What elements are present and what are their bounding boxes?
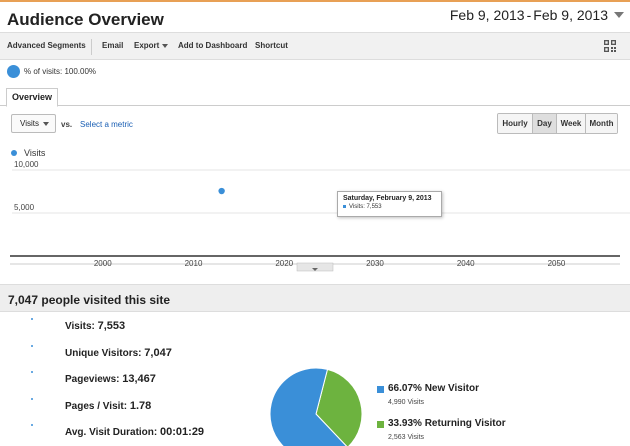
y-tick-label: 5,000 <box>14 203 35 212</box>
visits-chart[interactable]: 10,000 5,000 2000 2010 2020 2030 2040 2050 <box>0 160 630 275</box>
date-separator: - <box>526 7 532 23</box>
x-tick-label: 2010 <box>185 259 203 268</box>
date-end: Feb 9, 2013 <box>533 7 608 23</box>
stat-value: 7,047 <box>144 347 172 359</box>
granularity-toggle: Hourly Day Week Month <box>497 113 618 134</box>
stat-row-pageviews[interactable]: Pageviews: 13,467 <box>0 369 260 389</box>
select-metric-link[interactable]: Select a metric <box>80 120 133 129</box>
stat-row-visits[interactable]: Visits: 7,553 <box>0 316 260 336</box>
tooltip-date: Saturday, February 9, 2013 <box>343 195 432 202</box>
date-range-picker[interactable]: Feb 9, 2013 - Feb 9, 2013 <box>450 7 624 23</box>
shortcut-button[interactable]: Shortcut <box>255 41 288 50</box>
visitor-type-pie[interactable] <box>268 366 364 446</box>
segment-indicator[interactable]: % of visits: 100.00% <box>7 65 96 78</box>
stat-label: Unique Visitors: <box>65 348 142 359</box>
advanced-segments-button[interactable]: Advanced Segments <box>7 41 86 50</box>
tooltip-swatch <box>343 204 346 208</box>
stat-label: Visits: <box>65 321 95 332</box>
granularity-hourly-button[interactable]: Hourly <box>498 114 533 133</box>
stat-label: Avg. Visit Duration: <box>65 427 158 438</box>
legend-dot <box>11 150 17 156</box>
granularity-week-button[interactable]: Week <box>557 114 586 133</box>
metric-select[interactable]: Visits <box>11 114 56 133</box>
stat-bullet <box>31 398 33 400</box>
chevron-down-icon <box>162 43 169 48</box>
toolbar-divider <box>91 39 92 55</box>
stat-row-pages-per-visit[interactable]: Pages / Visit: 1.78 <box>0 396 260 416</box>
stat-value: 00:01:29 <box>160 426 205 438</box>
segment-pie-icon <box>7 65 20 78</box>
stat-bullet <box>31 345 33 347</box>
new-visitor-percent: 66.07% <box>388 383 422 394</box>
y-tick-label: 10,000 <box>14 160 39 169</box>
summary-header: 7,047 people visited this site <box>0 284 630 312</box>
email-button[interactable]: Email <box>102 41 123 50</box>
chart-tooltip: Saturday, February 9, 2013 Visits: 7,553 <box>337 191 442 217</box>
vs-label: vs. <box>61 120 73 129</box>
tooltip-value-text: Visits: 7,553 <box>349 204 382 210</box>
qr-code-icon[interactable] <box>604 40 616 52</box>
x-tick-label: 2050 <box>548 259 566 268</box>
stat-bullet <box>31 371 33 373</box>
chevron-down-icon[interactable] <box>614 12 624 18</box>
data-point <box>218 187 225 195</box>
export-label: Export <box>134 41 160 50</box>
stat-label: Pageviews: <box>65 374 120 385</box>
x-tick-label: 2000 <box>94 259 112 268</box>
tooltip-value: Visits: 7,553 <box>343 204 436 210</box>
legend-label: Visits <box>24 148 46 158</box>
stat-value: 13,467 <box>122 373 156 385</box>
tab-overview[interactable]: Overview <box>6 88 59 107</box>
returning-visitor-label: Returning Visitor <box>424 418 506 429</box>
tab-bar: Overview <box>0 86 630 107</box>
stat-row-avg-visit-duration[interactable]: Avg. Visit Duration: 00:01:29 <box>0 422 260 442</box>
x-tick-label: 2020 <box>275 259 293 268</box>
stat-row-unique-visitors[interactable]: Unique Visitors: 7,047 <box>0 343 260 363</box>
legend-swatch-returning <box>377 421 384 428</box>
summary-title: 7,047 people visited this site <box>8 293 171 307</box>
report-header: Audience Overview Feb 9, 2013 - Feb 9, 2… <box>0 2 630 32</box>
stat-bullet <box>31 318 33 320</box>
legend-swatch-new <box>377 386 384 393</box>
metric-select-value: Visits <box>20 119 39 128</box>
returning-visitor-count: 2,563 Visits <box>388 434 425 441</box>
stat-bullet <box>31 424 33 426</box>
stat-label: Pages / Visit: <box>65 401 128 412</box>
x-tick-label: 2040 <box>457 259 475 268</box>
add-to-dashboard-button[interactable]: Add to Dashboard <box>178 41 247 50</box>
new-visitor-count: 4,990 Visits <box>388 399 425 406</box>
date-start: Feb 9, 2013 <box>449 7 525 23</box>
export-button[interactable]: Export <box>134 41 169 50</box>
stat-value: 7,553 <box>97 320 126 332</box>
x-tick-label: 2030 <box>366 259 384 268</box>
report-toolbar: Advanced Segments Email Export Add to Da… <box>0 32 630 60</box>
stat-value: 1.78 <box>129 400 152 412</box>
segment-label: % of visits: 100.00% <box>24 67 97 76</box>
returning-visitor-percent: 33.93% <box>388 418 422 429</box>
new-visitor-label: New Visitor <box>424 383 479 394</box>
chart-legend: Visits <box>11 148 45 158</box>
chevron-down-icon <box>43 122 49 126</box>
page-title: Audience Overview <box>7 10 164 29</box>
granularity-day-button[interactable]: Day <box>533 114 557 133</box>
metric-bar: Visits vs. Select a metric Hourly Day We… <box>0 108 630 138</box>
granularity-month-button[interactable]: Month <box>586 114 617 133</box>
